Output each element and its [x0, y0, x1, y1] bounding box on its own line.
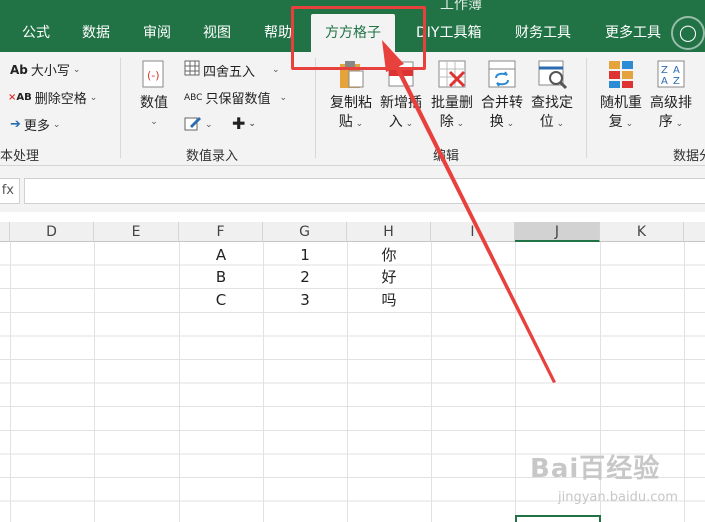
- baidu-watermark: Bai百经验 jingyan.baidu.com: [530, 448, 700, 518]
- annotation-arrow: [382, 40, 556, 383]
- watermark-logo: Bai百经验: [530, 454, 661, 484]
- watermark-url: jingyan.baidu.com: [558, 490, 678, 505]
